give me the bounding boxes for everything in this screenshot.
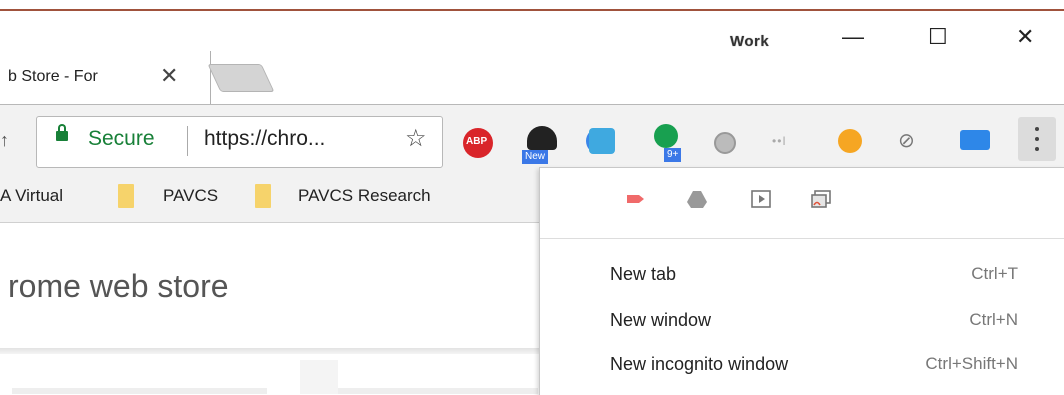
adblock-plus-icon[interactable]: ABP <box>463 128 493 158</box>
menu-item-new-tab[interactable]: New tab Ctrl+T <box>540 254 1064 300</box>
green-circle-icon[interactable] <box>654 124 678 148</box>
tab-close-icon[interactable]: ✕ <box>160 62 178 90</box>
radiation-icon[interactable] <box>838 129 862 153</box>
menu-item-label: New tab <box>610 264 677 284</box>
url-text[interactable]: https://chro... <box>204 127 325 151</box>
menu-item-shortcut: Ctrl+N <box>969 310 1018 329</box>
content-card <box>300 360 338 394</box>
content-card <box>12 388 267 394</box>
minimize-button[interactable]: — <box>842 24 864 50</box>
bookmark-pavcs[interactable]: PAVCS <box>163 186 218 206</box>
folder-icon <box>255 184 271 208</box>
drive-icon[interactable] <box>686 188 708 210</box>
play-icon[interactable] <box>750 188 772 210</box>
close-window-button[interactable]: ✕ <box>1016 24 1034 50</box>
folder-icon <box>118 184 134 208</box>
maximize-button[interactable]: ☐ <box>928 24 948 50</box>
secure-label[interactable]: Secure <box>88 127 155 151</box>
eye-slash-icon[interactable]: ⊘ <box>898 128 915 153</box>
menu-item-shortcut: Ctrl+Shift+N <box>925 354 1018 373</box>
gray-circle-icon[interactable] <box>714 132 736 154</box>
bookmark-pavcs-research[interactable]: PAVCS Research <box>298 186 431 206</box>
cloud-icon[interactable] <box>589 128 615 154</box>
count-badge: 9+ <box>664 148 682 162</box>
content-card <box>338 388 538 394</box>
cast-icon[interactable] <box>624 188 646 210</box>
tab-title: b Store - For <box>8 68 98 85</box>
menu-item-new-incognito-window[interactable]: New incognito window Ctrl+Shift+N <box>540 344 1064 390</box>
omnibox-separator <box>187 126 188 156</box>
menu-item-label: New window <box>610 310 712 330</box>
dots-icon[interactable]: ••I <box>772 134 787 148</box>
cast-screen-icon[interactable] <box>810 188 832 210</box>
menu-item-shortcut: Ctrl+T <box>971 264 1018 283</box>
profile-name[interactable]: Work <box>730 33 769 50</box>
menu-item-label: New incognito window <box>610 354 789 374</box>
bookmark-star-icon[interactable]: ☆ <box>405 124 427 153</box>
back-arrow-icon[interactable]: ↑ <box>0 130 9 151</box>
menu-kebab-icon[interactable] <box>1018 117 1056 161</box>
menu-item-new-window[interactable]: New window Ctrl+N <box>540 300 1064 346</box>
menu-extension-icons <box>540 170 1064 239</box>
page-header-shadow <box>0 348 540 354</box>
speedometer-icon[interactable] <box>527 126 557 150</box>
lock-icon[interactable] <box>56 124 68 141</box>
new-badge: New <box>522 150 549 164</box>
chat-bubble-icon[interactable] <box>960 130 990 150</box>
page-title: rome web store <box>8 268 229 304</box>
bookmark-virtual[interactable]: A Virtual <box>0 186 63 206</box>
